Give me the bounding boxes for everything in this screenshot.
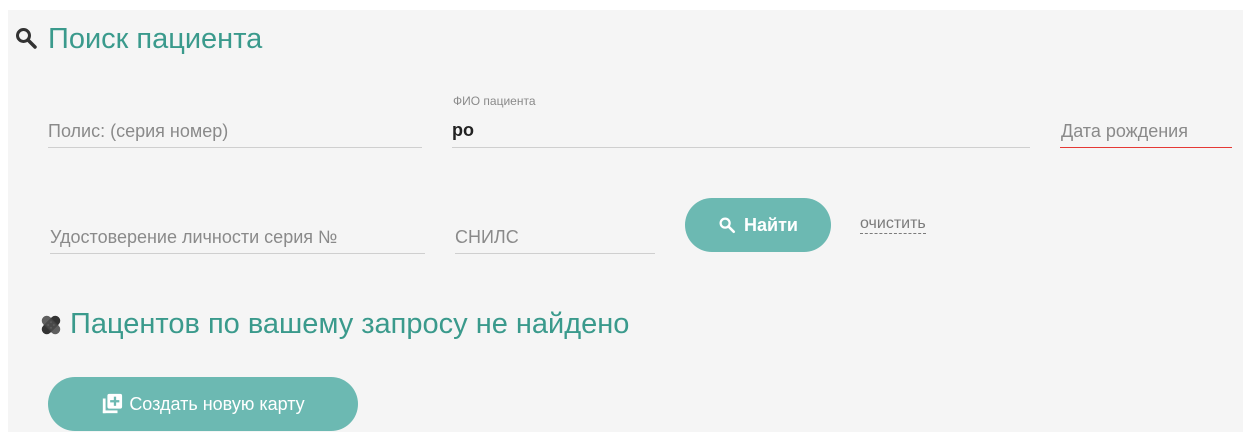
snils-underline: [455, 253, 655, 254]
policy-placeholder: Полис: (серия номер): [48, 121, 229, 141]
birthdate-underline: [1060, 147, 1232, 148]
bandage-icon: [37, 311, 65, 339]
search-title-icon: [14, 26, 38, 50]
birthdate-field[interactable]: Дата рождения: [1060, 118, 1232, 148]
page-title: Поиск пациента: [48, 23, 263, 55]
search-icon: [718, 216, 736, 234]
not-found-message: Пацентов по вашему запросу не найдено: [70, 308, 630, 340]
id-document-field[interactable]: Удостоверение личности серия №: [50, 224, 425, 254]
find-button-label: Найти: [744, 214, 798, 235]
birthdate-placeholder: Дата рождения: [1061, 121, 1188, 141]
create-card-button-label: Создать новую карту: [129, 393, 305, 414]
fio-value: ро: [452, 120, 474, 140]
snils-field[interactable]: СНИЛС: [455, 224, 655, 254]
policy-underline: [48, 147, 422, 148]
find-button[interactable]: Найти: [685, 198, 831, 252]
fio-underline: [452, 147, 1030, 148]
policy-field[interactable]: Полис: (серия номер): [48, 118, 422, 148]
search-panel: [8, 10, 1243, 432]
clear-link[interactable]: очистить: [860, 215, 926, 234]
id-document-placeholder: Удостоверение личности серия №: [50, 227, 338, 247]
fio-label: ФИО пациента: [453, 94, 536, 108]
add-card-icon: [101, 393, 123, 415]
fio-field[interactable]: ФИО пациента ро: [452, 93, 1030, 148]
create-card-button[interactable]: Создать новую карту: [48, 377, 358, 431]
snils-placeholder: СНИЛС: [455, 227, 519, 247]
id-document-underline: [50, 253, 425, 254]
